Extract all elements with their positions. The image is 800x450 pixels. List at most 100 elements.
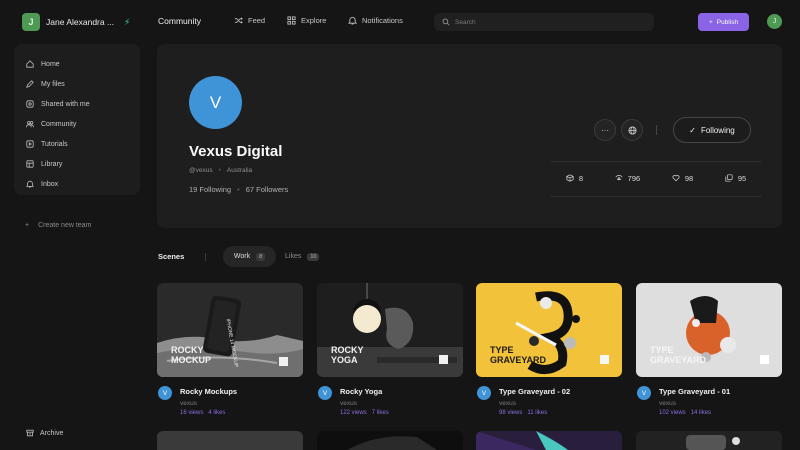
workspace-name[interactable]: Jane Alexandra ... [46, 17, 114, 27]
stat-scenes: 8 [566, 174, 583, 183]
scene-author[interactable]: vexus [180, 400, 197, 407]
thumb-text: TYPE [490, 345, 514, 355]
search-input[interactable] [455, 18, 635, 26]
sidebar-item-label: Inbox [41, 180, 59, 188]
sidebar-item-library[interactable]: Library [14, 154, 140, 174]
nav-notifications[interactable]: Notifications [348, 16, 403, 25]
following-count[interactable]: 19 Following [189, 185, 231, 194]
likes-count: 14 likes [690, 410, 712, 416]
following-button[interactable]: ✓ Following [673, 117, 751, 143]
scene-thumbnail[interactable]: TYPE GRAVEYARD [476, 283, 622, 377]
scene-title[interactable]: Type Graveyard - 02 [499, 387, 570, 396]
globe-icon [627, 125, 637, 135]
author-avatar[interactable]: V [477, 386, 491, 400]
cube-icon [566, 174, 574, 182]
archive-icon [26, 429, 34, 437]
scene-card[interactable]: ROCKY YOGA V Rocky Yoga vexus 122 views … [317, 283, 463, 425]
bell-icon [26, 180, 34, 188]
profile-card: V Vexus Digital @vexus • Australia 19 Fo… [157, 44, 782, 228]
stat-value: 796 [627, 173, 641, 183]
more-options-button[interactable]: ··· [594, 119, 616, 141]
profile-meta: @vexus • Australia [189, 167, 252, 174]
profile-follow-counts: 19 Following • 67 Followers [189, 185, 288, 194]
thumb-text: TYPE [650, 345, 674, 355]
stat-views: 796 [615, 173, 641, 183]
tab-label: Likes [285, 253, 302, 260]
divider [550, 161, 762, 162]
nav-feed[interactable]: Feed [234, 16, 265, 25]
create-team-button[interactable]: + Create new team [25, 222, 91, 229]
bolt-icon[interactable]: ⚡︎ [124, 17, 130, 28]
sidebar-item-home[interactable]: Home [14, 54, 140, 74]
scene-thumbnail[interactable] [157, 431, 303, 450]
sidebar-item-label: Shared with me [41, 100, 90, 108]
sidebar-item-my-files[interactable]: My files [14, 74, 140, 94]
scene-title[interactable]: Type Graveyard - 01 [659, 387, 730, 396]
divider [205, 253, 206, 261]
thumb-text: YOGA [331, 355, 358, 365]
thumb-text: MOCKUP [171, 355, 211, 365]
scene-title[interactable]: Rocky Yoga [340, 387, 382, 396]
likes-count: 7 likes [371, 410, 389, 416]
scene-card[interactable]: TYPE GRAVEYARD V Type Graveyard - 01 vex… [636, 283, 782, 425]
scene-author[interactable]: vexus [499, 400, 516, 407]
website-button[interactable] [621, 119, 643, 141]
create-team-label: Create new team [38, 222, 92, 229]
tab-likes[interactable]: Likes 10 [285, 246, 320, 267]
plus-icon: + [708, 18, 713, 26]
scene-card[interactable]: TYPE GRAVEYARD V Type Graveyard - 02 vex… [476, 283, 622, 425]
home-icon [26, 60, 34, 68]
scene-author[interactable]: vexus [340, 400, 357, 407]
search-bar[interactable] [434, 13, 654, 31]
scene-thumbnail[interactable]: IPHONE 14 MOCKUP ROCKY MOCKUP [157, 283, 303, 377]
check-icon: ✓ [689, 125, 696, 135]
pencil-icon [26, 80, 34, 88]
scene-title[interactable]: Rocky Mockups [180, 387, 237, 396]
profile-handle: @vexus [189, 167, 213, 174]
views-count: 102 views [659, 410, 686, 416]
nav-notifications-label: Notifications [362, 16, 403, 25]
tab-work[interactable]: Work 8 [223, 246, 276, 267]
publish-button[interactable]: + Publish [698, 13, 749, 31]
scene-info: V Type Graveyard - 02 vexus 98 views 11 … [476, 385, 622, 425]
profile-stats: 8 796 98 95 [550, 170, 762, 186]
author-avatar[interactable]: V [637, 386, 651, 400]
scene-thumbnail[interactable] [476, 431, 622, 450]
profile-location: Australia [226, 167, 253, 174]
page-title: Community [158, 16, 201, 26]
scene-thumbnail[interactable] [317, 431, 463, 450]
sidebar-item-inbox[interactable]: Inbox [14, 174, 140, 194]
scene-card[interactable]: IPHONE 14 MOCKUP ROCKY MOCKUP V Rocky Mo… [157, 283, 303, 425]
views-count: 122 views [340, 410, 367, 416]
scene-author[interactable]: vexus [659, 400, 676, 407]
nav-explore[interactable]: Explore [287, 16, 326, 25]
scene-thumbnail[interactable] [636, 431, 782, 450]
nav-explore-label: Explore [301, 16, 327, 25]
profile-avatar: V [189, 76, 242, 129]
scene-info: V Rocky Yoga vexus 122 views 7 likes [317, 385, 463, 425]
scene-stats: 102 views 14 likes [659, 410, 711, 416]
bell-icon [348, 16, 357, 25]
archive-button[interactable]: Archive [26, 429, 63, 437]
plus-icon: + [25, 222, 30, 229]
author-avatar[interactable]: V [158, 386, 172, 400]
scene-thumbnail[interactable]: ROCKY YOGA [317, 283, 463, 377]
user-avatar[interactable]: J [767, 14, 782, 29]
scene-thumbnail[interactable]: TYPE GRAVEYARD [636, 283, 782, 377]
sidebar-item-community[interactable]: Community [14, 114, 140, 134]
scene-info: V Rocky Mockups vexus 16 views 4 likes [157, 385, 303, 425]
workspace-avatar[interactable]: J [22, 13, 40, 31]
sidebar-item-shared[interactable]: Shared with me [14, 94, 140, 114]
section-title: Scenes [158, 252, 185, 261]
sidebar-item-tutorials[interactable]: Tutorials [14, 134, 140, 154]
stat-likes: 98 [672, 174, 693, 183]
search-icon [442, 18, 450, 26]
grid-icon [287, 16, 296, 25]
followers-count[interactable]: 67 Followers [246, 185, 289, 194]
eye-icon [615, 175, 623, 181]
count-badge: 10 [307, 252, 320, 261]
author-avatar[interactable]: V [318, 386, 332, 400]
archive-label: Archive [40, 429, 64, 437]
workspace-switcher[interactable]: J Jane Alexandra ... ⚡︎ [22, 13, 130, 31]
sidebar-item-label: Community [41, 120, 77, 128]
